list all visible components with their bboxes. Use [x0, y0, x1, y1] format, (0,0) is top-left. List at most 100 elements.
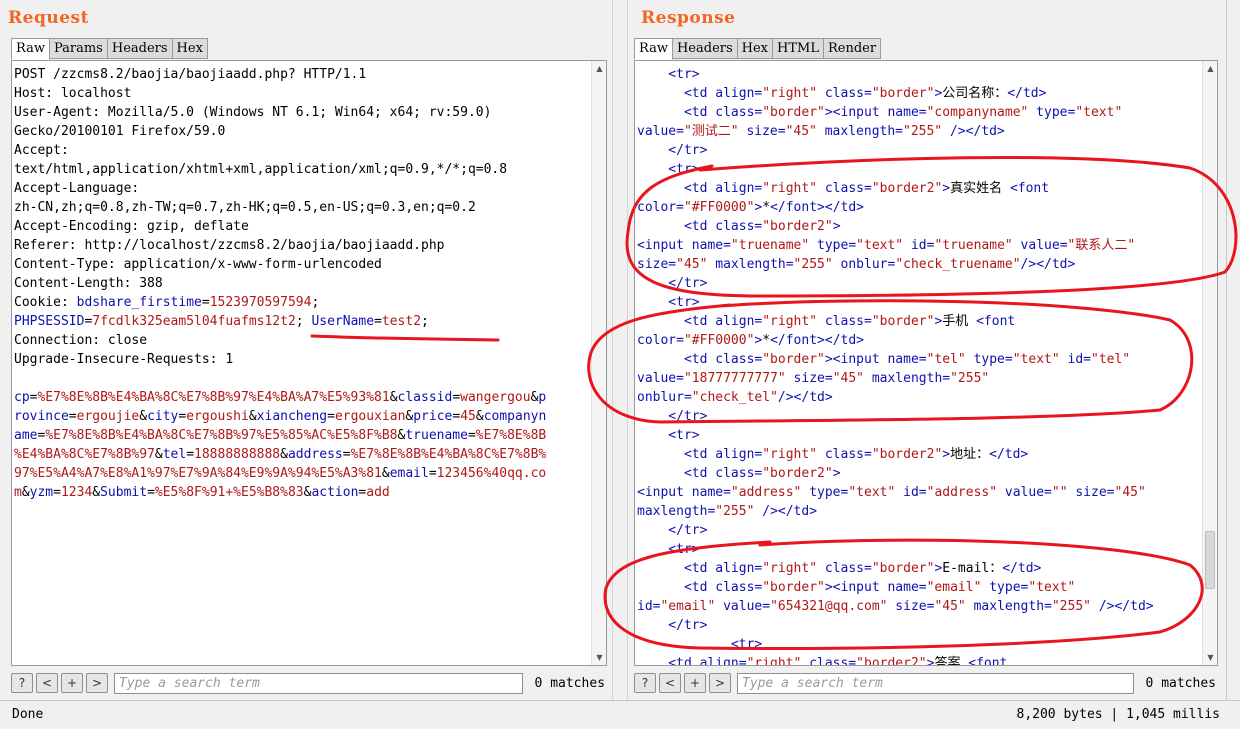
response-search-input[interactable]	[737, 672, 1134, 694]
request-line: Upgrade-Insecure-Requests: 1	[14, 350, 592, 369]
response-scrollbar[interactable]: ▲ ▼	[1202, 61, 1217, 665]
request-tab-params[interactable]: Params	[48, 38, 108, 59]
response-token: </tr>	[637, 409, 708, 424]
response-token: class=	[817, 86, 872, 101]
response-prev-button[interactable]: <	[659, 673, 681, 693]
request-line: PHPSESSID = 7fcdlk325eam5l04fuafms12t2; Us…	[14, 312, 592, 331]
response-tab-render[interactable]: Render	[822, 38, 882, 59]
response-line: </tr>	[637, 274, 1201, 293]
request-scrollbar[interactable]: ▲ ▼	[591, 61, 606, 665]
response-token: "text"	[1012, 352, 1060, 367]
response-search-bar: ? < + > 0 matches	[634, 671, 1218, 695]
request-token: truename	[405, 428, 468, 443]
response-token: <tr>	[637, 295, 700, 310]
response-line: <td class="border"><input name="tel" typ…	[637, 350, 1201, 369]
request-token: 7fcdlk325eam5l04fuafms12t2	[92, 314, 296, 329]
request-prev-button[interactable]: <	[36, 673, 58, 693]
scroll-up-icon[interactable]: ▲	[1203, 61, 1217, 76]
response-line: <td align="right" class="border">手机 <fon…	[637, 312, 1201, 331]
response-token: <td class=	[637, 580, 763, 595]
request-token: %E7%8E%8B%E4%BA%8C%E7%8B%	[350, 447, 547, 462]
request-line: Host: localhost	[14, 84, 592, 103]
response-token: "address"	[730, 485, 802, 500]
request-search-input[interactable]	[114, 672, 523, 694]
request-tab-headers[interactable]: Headers	[106, 38, 173, 59]
response-token: <tr>	[637, 67, 700, 82]
scroll-down-icon[interactable]: ▼	[592, 650, 606, 665]
response-tab-raw[interactable]: Raw	[634, 38, 673, 60]
request-token: &	[389, 390, 398, 405]
response-token: id=	[637, 599, 661, 614]
request-tab-raw[interactable]: Raw	[11, 38, 50, 60]
response-help-button[interactable]: ?	[634, 673, 656, 693]
request-token: city	[147, 409, 179, 424]
response-token: ><input name=	[824, 105, 927, 120]
response-tab-hex[interactable]: Hex	[736, 38, 774, 59]
scrollbar-thumb[interactable]	[1205, 531, 1215, 589]
response-token: <td align=	[637, 86, 763, 101]
response-token: "email"	[660, 599, 716, 614]
response-editor[interactable]: <tr> <td align="right" class="border">公司…	[634, 60, 1218, 666]
response-line: <td align="right" class="border2">答案 <fo…	[637, 654, 1201, 666]
request-token: POST /zzcms8.2/baojia/baojiaadd.php? HTT…	[14, 67, 367, 82]
response-token: <td align=	[637, 447, 763, 462]
response-token: "45"	[832, 371, 864, 386]
request-tab-hex[interactable]: Hex	[171, 38, 208, 59]
response-token: "check_truename"	[895, 257, 1021, 272]
request-line: %E4%BA%8C%E7%8B%97&tel=18888888888&addre…	[14, 445, 592, 464]
request-pane: Request Raw Params Headers Hex POST /zzc…	[0, 0, 612, 700]
response-token: class=	[817, 181, 872, 196]
response-tab-headers[interactable]: Headers	[671, 38, 738, 59]
request-token: &	[154, 447, 163, 462]
scroll-down-icon[interactable]: ▼	[1203, 650, 1217, 665]
request-add-button[interactable]: +	[61, 673, 83, 693]
request-next-button[interactable]: >	[86, 673, 108, 693]
response-line: <td align="right" class="border2">地址：</t…	[637, 445, 1201, 464]
response-token: 真实姓名	[950, 181, 1010, 196]
response-add-button[interactable]: +	[684, 673, 706, 693]
request-tabs: Raw Params Headers Hex	[11, 38, 208, 60]
request-token: 18888888888	[194, 447, 281, 462]
response-tab-html[interactable]: HTML	[772, 38, 824, 59]
request-token: Connection: close	[14, 333, 148, 348]
request-line: Accept-Encoding: gzip, deflate	[14, 217, 592, 236]
request-token: 1234	[60, 485, 93, 500]
response-line: value="18777777777" size="45" maxlength=…	[637, 369, 1201, 388]
response-token: </td>	[1007, 86, 1047, 101]
response-token: /></td>	[777, 390, 833, 405]
response-token: /></td>	[1020, 257, 1076, 272]
response-token: "border"	[871, 314, 935, 329]
scroll-up-icon[interactable]: ▲	[592, 61, 606, 76]
response-token: <tr>	[637, 162, 700, 177]
request-token: %E7%8E%8B%E4%BA%8C%E7%8B%97%E4%BA%A7%E5%…	[37, 390, 390, 405]
response-line: </tr>	[637, 616, 1201, 635]
request-line: Content-Length: 388	[14, 274, 592, 293]
response-token: "border"	[871, 561, 935, 576]
response-matches-count: 0 matches	[1145, 675, 1216, 691]
request-token: &	[280, 447, 288, 462]
response-token: maxlength=	[816, 124, 903, 139]
response-token: <td class=	[637, 105, 763, 120]
pane-splitter[interactable]	[612, 0, 628, 700]
request-token: Upgrade-Insecure-Requests: 1	[14, 352, 234, 367]
response-line: id="email" value="654321@qq.com" size="4…	[637, 597, 1201, 616]
response-text: <tr> <td align="right" class="border">公司…	[637, 65, 1201, 666]
response-token: /></td>	[942, 124, 1005, 139]
response-token: "联系人二"	[1067, 238, 1136, 253]
response-next-button[interactable]: >	[709, 673, 731, 693]
response-line: <tr>	[637, 540, 1201, 559]
request-token: UserName	[311, 314, 375, 329]
response-token: "right"	[746, 656, 802, 666]
request-line: zh-CN,zh;q=0.8,zh-TW;q=0.7,zh-HK;q=0.5,e…	[14, 198, 592, 217]
request-token: %E7%8E%8B%E4%BA%8C%E7%8B%97%E5%85%AC%E5%…	[45, 428, 398, 443]
request-line: Referer: http://localhost/zzcms8.2/baoji…	[14, 236, 592, 255]
response-line: value="测试二" size="45" maxlength="255" />…	[637, 122, 1201, 141]
response-token: "right"	[762, 447, 818, 462]
request-help-button[interactable]: ?	[11, 673, 33, 693]
response-token: value=	[637, 371, 684, 386]
response-token: type=	[801, 485, 849, 500]
response-token: <tr>	[637, 428, 700, 443]
request-token: PHPSESSID	[14, 314, 85, 329]
request-editor[interactable]: POST /zzcms8.2/baojia/baojiaadd.php? HTT…	[11, 60, 607, 666]
request-token: Content-Type: application/x-www-form-url…	[14, 257, 382, 272]
